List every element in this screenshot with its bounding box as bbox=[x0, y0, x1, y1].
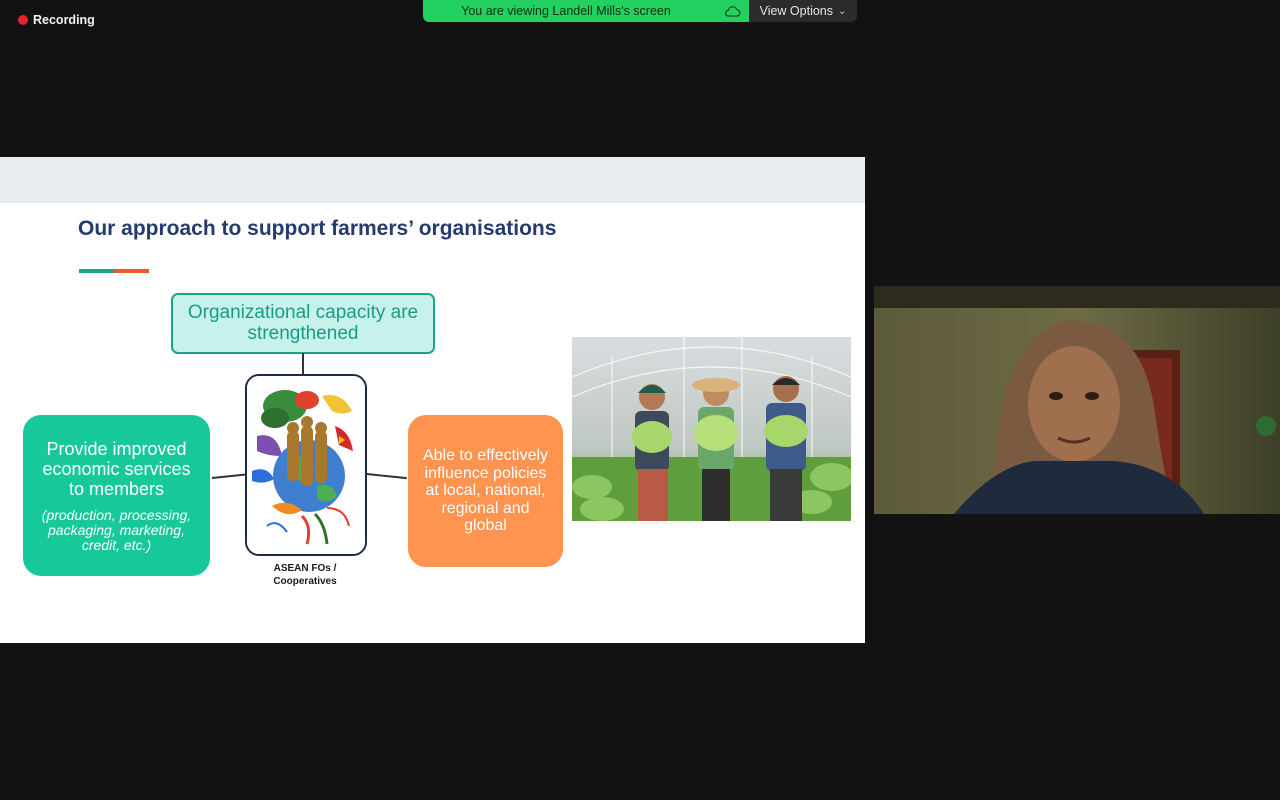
policy-influence-box: Able to effectively influence policies a… bbox=[408, 415, 563, 567]
participant-video[interactable] bbox=[874, 286, 1280, 514]
emblem-caption-line-1: ASEAN FOs / bbox=[273, 563, 337, 574]
economic-line-1: Provide improved bbox=[46, 439, 187, 459]
recording-label: Recording bbox=[33, 13, 95, 27]
asean-emblem-illustration bbox=[245, 374, 367, 556]
economic-sub-3: credit, etc.) bbox=[81, 536, 152, 553]
screen-share-banner: You are viewing Landell Mills's screen V… bbox=[423, 0, 857, 22]
capacity-box: Organizational capacity are strengthened bbox=[171, 293, 435, 354]
emblem-caption-line-2: Cooperatives bbox=[273, 575, 337, 587]
economic-line-3: to members bbox=[68, 478, 165, 499]
connector-top bbox=[302, 353, 304, 374]
policy-line-4: regional and bbox=[441, 499, 530, 517]
policy-line-5: global bbox=[464, 517, 507, 535]
shared-screen-slide: Our approach to support farmers’ organis… bbox=[0, 157, 865, 643]
economic-sub-1: (production, processing, bbox=[41, 507, 192, 524]
viewing-notice: You are viewing Landell Mills's screen bbox=[423, 0, 749, 22]
policy-line-2: influence policies bbox=[424, 464, 547, 482]
connector-left bbox=[211, 473, 246, 479]
emblem-caption: ASEAN FOs / Cooperatives bbox=[256, 563, 354, 588]
farmers-greenhouse-photo bbox=[572, 337, 851, 521]
viewing-text: You are viewing Landell Mills's screen bbox=[461, 4, 671, 18]
view-options-button[interactable]: View Options ⌄ bbox=[749, 0, 857, 22]
record-dot-icon bbox=[18, 15, 28, 25]
cloud-icon[interactable] bbox=[723, 4, 741, 18]
connector-right bbox=[366, 473, 407, 480]
slide-title: Our approach to support farmers’ organis… bbox=[78, 217, 557, 240]
policy-line-3: at local, national, bbox=[425, 482, 546, 500]
chevron-down-icon: ⌄ bbox=[838, 5, 847, 17]
capacity-line-1: Organizational capacity are bbox=[187, 301, 419, 323]
title-accent-line bbox=[79, 269, 149, 273]
economic-services-box: Provide improved economic services to me… bbox=[23, 415, 210, 576]
economic-sub-2: packaging, marketing, bbox=[48, 522, 185, 539]
recording-indicator[interactable]: Recording bbox=[18, 13, 95, 27]
slide-header-bar bbox=[0, 157, 865, 203]
policy-line-1: Able to effectively bbox=[422, 447, 549, 465]
economic-line-2: economic services bbox=[42, 458, 191, 479]
view-options-label: View Options bbox=[759, 4, 834, 18]
capacity-line-2: strengthened bbox=[247, 322, 359, 344]
